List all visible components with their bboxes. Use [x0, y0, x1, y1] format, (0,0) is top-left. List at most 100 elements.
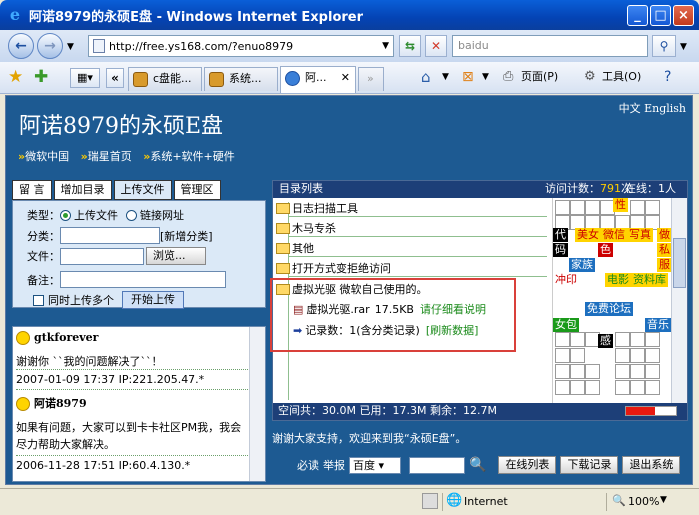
zoom-dropdown-icon[interactable]: ▼	[660, 495, 667, 505]
ad-cell[interactable]	[570, 200, 585, 215]
address-dropdown-icon[interactable]: ▼	[382, 41, 389, 51]
ad-cell[interactable]	[615, 348, 630, 363]
refresh-button[interactable]: ⇆	[399, 35, 421, 57]
ad-meinv[interactable]: 美女	[575, 228, 601, 242]
ad-xiezhen[interactable]: 写真	[627, 228, 653, 242]
new-tab-button[interactable]: »	[358, 67, 384, 91]
category-select[interactable]	[60, 227, 160, 244]
tab-active[interactable]: 阿... ✕	[280, 66, 356, 93]
tab-guestbook[interactable]: 留 言	[12, 180, 52, 200]
feeds-icon[interactable]: ⊠	[462, 68, 474, 86]
favorites-star-icon[interactable]: ★	[8, 67, 23, 87]
guestbook-scrollbar[interactable]	[249, 327, 265, 481]
ad-scrollbar[interactable]	[671, 198, 687, 403]
ad-cell[interactable]	[585, 364, 600, 379]
ad-cell[interactable]	[570, 380, 585, 395]
folder-open-denied[interactable]: 打开方式变拒绝访问	[276, 260, 391, 276]
ad-cell[interactable]	[645, 380, 660, 395]
radio-link-url[interactable]	[126, 209, 137, 221]
online-list-button[interactable]: 在线列表	[498, 456, 557, 474]
ad-cell[interactable]	[585, 200, 600, 215]
note-input[interactable]	[60, 271, 226, 288]
ad-cell[interactable]	[585, 380, 600, 395]
must-read-link[interactable]: 必读	[297, 457, 319, 473]
ad-weixin[interactable]: 微信	[601, 228, 627, 242]
ad-nvbao[interactable]: 女包	[553, 318, 579, 332]
ad-cell[interactable]	[570, 348, 585, 363]
add-favorites-icon[interactable]: ✚	[34, 67, 48, 87]
address-input[interactable]: http://free.ys168.com/?enuo8979	[109, 40, 293, 53]
quick-tabs-button[interactable]: ▦▾	[70, 68, 100, 88]
engine-select[interactable]: 百度 ▾	[349, 456, 401, 474]
ad-xing[interactable]: 性	[613, 198, 628, 212]
maximize-button[interactable]: □	[650, 5, 671, 26]
ad-ziliaoku[interactable]: 资料库	[631, 273, 668, 287]
print-icon[interactable]: ⎙	[503, 68, 513, 86]
ad-cell[interactable]	[645, 332, 660, 347]
ad-cell[interactable]	[645, 348, 660, 363]
nav-link-microsoft[interactable]: »微软中国	[18, 150, 69, 163]
back-button[interactable]: ←	[8, 33, 34, 59]
browse-button[interactable]: 浏览...	[146, 247, 206, 265]
ad-cell[interactable]	[630, 380, 645, 395]
ad-dai[interactable]: 代	[553, 228, 568, 242]
tab-admin[interactable]: 管理区	[173, 180, 221, 200]
folder-other[interactable]: 其他	[276, 240, 314, 256]
ad-dianying[interactable]: 电影	[605, 273, 631, 287]
ad-cell[interactable]	[630, 364, 645, 379]
logout-button[interactable]: 退出系统	[622, 456, 681, 474]
minimize-button[interactable]: _	[627, 5, 648, 26]
ad-cell[interactable]	[570, 332, 585, 347]
folder-trojan[interactable]: 木马专杀	[276, 220, 336, 236]
search-bowl-icon[interactable]: 🔍	[469, 457, 486, 473]
multi-upload-checkbox[interactable]	[33, 294, 44, 306]
forward-button[interactable]: →	[37, 33, 63, 59]
start-upload-button[interactable]: 开始上传	[122, 291, 184, 309]
tab-c-drive[interactable]: c盘能...	[128, 67, 202, 91]
nav-link-rising[interactable]: »瑞星首页	[81, 150, 132, 163]
feeds-dropdown-icon[interactable]: ▼	[482, 68, 489, 86]
tab-close-icon[interactable]: ✕	[341, 67, 350, 89]
ad-zuo[interactable]: 做	[657, 228, 672, 242]
language-links[interactable]: 中文 English	[619, 100, 686, 116]
ad-cell[interactable]	[630, 348, 645, 363]
tab-add-directory[interactable]: 增加目录	[53, 180, 112, 200]
ad-gan[interactable]: 感	[598, 334, 613, 348]
page-menu[interactable]: 页面(P)	[521, 68, 558, 86]
download-log-button[interactable]: 下载记录	[560, 456, 619, 474]
ad-cell[interactable]	[615, 332, 630, 347]
stop-button[interactable]: ✕	[425, 35, 447, 57]
ad-cell[interactable]	[645, 364, 660, 379]
history-dropdown-icon[interactable]: ▼	[67, 42, 74, 52]
ad-cell[interactable]	[615, 364, 630, 379]
ad-se[interactable]: 色	[598, 243, 613, 257]
folder-log-scan[interactable]: 日志扫描工具	[276, 200, 358, 216]
search-keyword-input[interactable]	[409, 456, 465, 474]
tools-gear-icon[interactable]: ⚙	[584, 68, 596, 86]
new-category-link[interactable]: [新增分类]	[160, 228, 213, 244]
ad-cell[interactable]	[555, 332, 570, 347]
ad-si[interactable]: 私	[657, 243, 672, 257]
ad-cell[interactable]	[555, 380, 570, 395]
search-input[interactable]: baidu	[452, 35, 648, 57]
home-dropdown-icon[interactable]: ▼	[442, 68, 449, 86]
ad-cell[interactable]	[555, 364, 570, 379]
address-bar[interactable]: http://free.ys168.com/?enuo8979 ▼	[88, 35, 394, 57]
close-button[interactable]: ×	[673, 5, 694, 26]
ad-cell[interactable]	[630, 332, 645, 347]
search-icon[interactable]: ⚲	[652, 35, 676, 57]
ad-cell[interactable]	[630, 200, 645, 215]
scroll-thumb[interactable]	[673, 238, 686, 288]
nav-link-system[interactable]: »系统+软件+硬件	[143, 150, 235, 163]
ad-cell[interactable]	[555, 348, 570, 363]
ad-cell[interactable]	[555, 200, 570, 215]
ad-fu[interactable]: 服	[657, 258, 672, 272]
file-input[interactable]	[60, 247, 144, 265]
ad-cell[interactable]	[615, 380, 630, 395]
ad-mianfei[interactable]: 免费论坛	[585, 302, 633, 316]
zoom-icon[interactable]: 🔍	[612, 494, 626, 507]
ad-jiazu[interactable]: 家族	[569, 258, 595, 272]
home-icon[interactable]: ⌂	[421, 68, 431, 86]
tab-upload-file[interactable]: 上传文件	[113, 180, 172, 200]
tools-menu[interactable]: 工具(O)	[602, 68, 641, 86]
